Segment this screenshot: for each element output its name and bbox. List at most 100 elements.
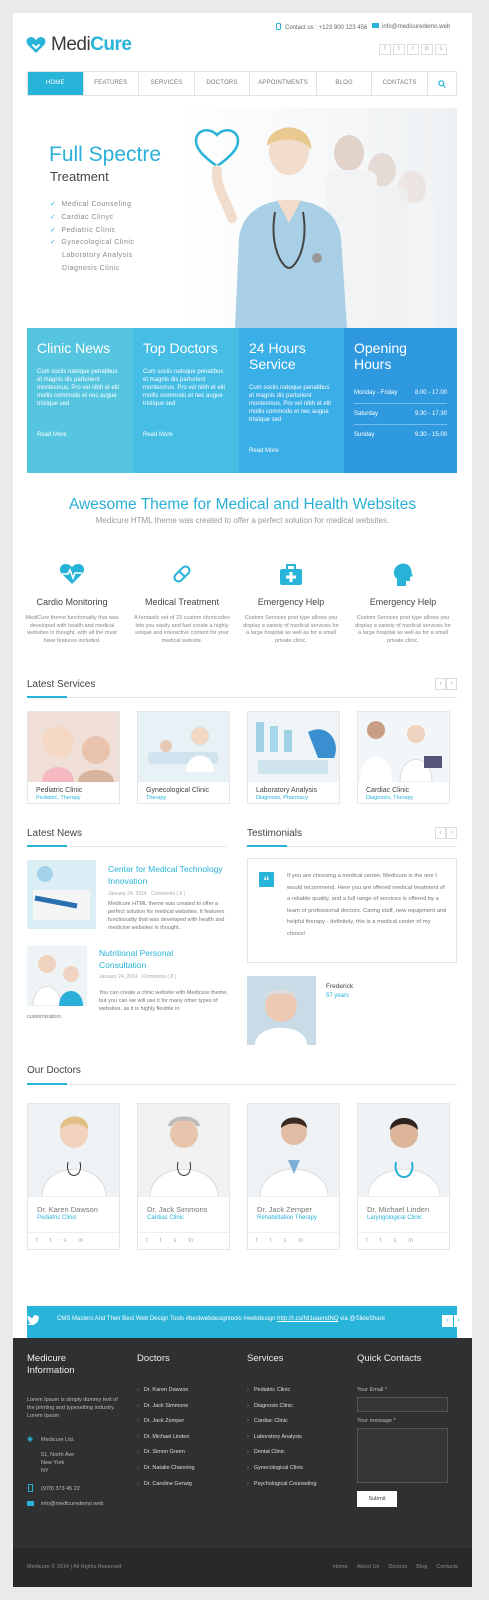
doctor-photo: [358, 1104, 449, 1197]
footer-link[interactable]: › Dr. Simon Green: [137, 1445, 195, 1461]
box-clinic-news: Clinic News Cum sociis natoque penatibus…: [27, 328, 133, 473]
service-category[interactable]: Diagnosis, Therapy: [366, 795, 449, 801]
skype-icon[interactable]: s: [173, 1238, 176, 1244]
service-name: Laboratory Analysis: [256, 787, 318, 794]
footer-nav-link[interactable]: Contacts: [436, 1564, 458, 1570]
submit-button[interactable]: Submit: [357, 1491, 397, 1507]
email-field[interactable]: [357, 1397, 448, 1412]
footer-services-list: › Pediatric Clinic › Diagnosis Clinic › Car…: [247, 1383, 317, 1492]
footer-link[interactable]: › Gynecological Clinic: [247, 1461, 317, 1477]
news-meta: January 24, 2014 Comments ( 8 ): [108, 891, 186, 897]
service-image: [138, 712, 229, 782]
news-title[interactable]: Nutritional Personal Consultation: [99, 947, 219, 971]
service-card[interactable]: Gynecological Clinic Therapy: [137, 711, 230, 804]
footer-nav-link[interactable]: About Us: [357, 1564, 380, 1570]
nav-appointments[interactable]: APPOINTMENTS: [250, 72, 317, 95]
footer-link[interactable]: › Laboratory Analysis: [247, 1430, 317, 1446]
check-icon: ✓: [50, 226, 57, 234]
footer-link[interactable]: › Dr. Jack Zemper: [137, 1414, 195, 1430]
footer-link[interactable]: › Pediatric Clinic: [247, 1383, 317, 1399]
rss-icon[interactable]: r: [407, 44, 419, 55]
doctor-card[interactable]: Dr. Jack Zemper Rehabilitation Therapy f…: [247, 1103, 340, 1250]
next-arrow-icon[interactable]: ›: [446, 678, 457, 690]
facebook-icon[interactable]: f: [36, 1238, 38, 1244]
skype-icon[interactable]: s: [63, 1238, 66, 1244]
nav-contacts[interactable]: CONTACTS: [372, 72, 428, 95]
twitter-icon[interactable]: t: [380, 1238, 382, 1244]
doctor-role[interactable]: Laryngological Clinic: [367, 1215, 449, 1221]
nav-home[interactable]: HOME: [28, 72, 84, 95]
doctor-role[interactable]: Pediatric Clinic: [37, 1215, 119, 1221]
footer-company: Medicure Ltd.: [41, 1437, 75, 1443]
quote-icon: “: [259, 872, 274, 888]
service-card[interactable]: Cardiac Clinic Diagnosis, Therapy: [357, 711, 450, 804]
footer-nav-link[interactable]: Blog: [416, 1564, 427, 1570]
doctor-card[interactable]: Dr. Jack Simmons Cardiac Clinic f t s in: [137, 1103, 230, 1250]
nav-doctors[interactable]: DOCTORS: [195, 72, 251, 95]
doctor-card[interactable]: Dr. Karen Dawson Pediatric Clinic f t s in: [27, 1103, 120, 1250]
service-card[interactable]: Pediatric Clinic Pediatric, Therapy: [27, 711, 120, 804]
contact-email[interactable]: info@medicuredemo.web: [372, 23, 450, 30]
news-image[interactable]: [27, 946, 87, 1006]
news-image[interactable]: [27, 860, 96, 929]
footer-link[interactable]: › Dr. Caroline Gerwig: [137, 1477, 195, 1493]
twitter-icon[interactable]: t: [50, 1238, 52, 1244]
next-arrow-icon[interactable]: ›: [446, 827, 457, 839]
linkedin-icon[interactable]: in: [298, 1238, 303, 1244]
linkedin-icon[interactable]: in: [421, 44, 433, 55]
facebook-icon[interactable]: f: [379, 44, 391, 55]
logo[interactable]: MediCure: [26, 34, 132, 56]
service-category[interactable]: Diagnosis, Pharmacy: [256, 795, 339, 801]
prev-arrow-icon[interactable]: ‹: [435, 678, 446, 690]
prev-arrow-icon[interactable]: ‹: [442, 1315, 453, 1327]
footer-nav-link[interactable]: Home: [333, 1564, 348, 1570]
testimonials-carousel-arrows: ‹ ›: [435, 827, 457, 839]
skype-icon[interactable]: s: [393, 1238, 396, 1244]
service-category[interactable]: Pediatric, Therapy: [36, 795, 119, 801]
doctor-role[interactable]: Cardiac Clinic: [147, 1215, 229, 1221]
search-button[interactable]: [428, 72, 456, 95]
service-name: Pediatric Clinic: [36, 787, 83, 794]
footer-nav-link[interactable]: Doctors: [388, 1564, 407, 1570]
twitter-icon[interactable]: t: [393, 44, 405, 55]
service-card[interactable]: Laboratory Analysis Diagnosis, Pharmacy: [247, 711, 340, 804]
footer-link[interactable]: › Dr. Karen Dawson: [137, 1383, 195, 1399]
read-more-link[interactable]: Read More: [143, 432, 173, 438]
footer-link[interactable]: › Diagnosis Clinic: [247, 1399, 317, 1415]
footer-link[interactable]: › Cardiac Clinic: [247, 1414, 317, 1430]
facebook-icon[interactable]: f: [366, 1238, 368, 1244]
facebook-icon[interactable]: f: [256, 1238, 258, 1244]
footer-link[interactable]: › Dr. Jack Simmons: [137, 1399, 195, 1415]
feature-text: Custom Services post type allows you dis…: [355, 615, 451, 644]
medkit-icon: [280, 564, 302, 585]
contact-phone: Contact us : +123 900 123 456: [276, 23, 367, 31]
next-arrow-icon[interactable]: ›: [453, 1315, 464, 1327]
nav-services[interactable]: SERVICES: [139, 72, 195, 95]
twitter-icon[interactable]: t: [160, 1238, 162, 1244]
news-title[interactable]: Center for Medical Technology Innovation: [108, 863, 228, 887]
footer-link[interactable]: › Psychological Counseling: [247, 1477, 317, 1493]
tweet-link[interactable]: http://t.co/NI1oaendNQ: [277, 1316, 338, 1322]
read-more-link[interactable]: Read More: [37, 432, 67, 438]
prev-arrow-icon[interactable]: ‹: [435, 827, 446, 839]
nav-features[interactable]: FEATURES: [84, 72, 140, 95]
doctor-card[interactable]: Dr. Michael Linden Laryngological Clinic…: [357, 1103, 450, 1250]
footer-email[interactable]: info@medicuredemo.web: [41, 1500, 103, 1508]
linkedin-icon[interactable]: in: [78, 1238, 83, 1244]
twitter-icon[interactable]: t: [270, 1238, 272, 1244]
footer-text: Lorem Ipsum is simply dummy text of the …: [27, 1397, 118, 1419]
read-more-link[interactable]: Read More: [249, 448, 279, 454]
linkedin-icon[interactable]: in: [408, 1238, 413, 1244]
nav-blog[interactable]: BLOG: [317, 72, 373, 95]
footer-link[interactable]: › Dental Clinic: [247, 1445, 317, 1461]
footer-link[interactable]: › Dr. Natalie Channing: [137, 1461, 195, 1477]
doctor-role[interactable]: Rehabilitation Therapy: [257, 1215, 339, 1221]
linkedin-icon[interactable]: in: [188, 1238, 193, 1244]
facebook-icon[interactable]: f: [146, 1238, 148, 1244]
skype-icon[interactable]: s: [283, 1238, 286, 1244]
header-social: f t r in s: [379, 44, 447, 55]
service-category[interactable]: Therapy: [146, 795, 229, 801]
message-field[interactable]: [357, 1428, 448, 1483]
footer-link[interactable]: › Dr. Michael Linden: [137, 1430, 195, 1446]
skype-icon[interactable]: s: [435, 44, 447, 55]
